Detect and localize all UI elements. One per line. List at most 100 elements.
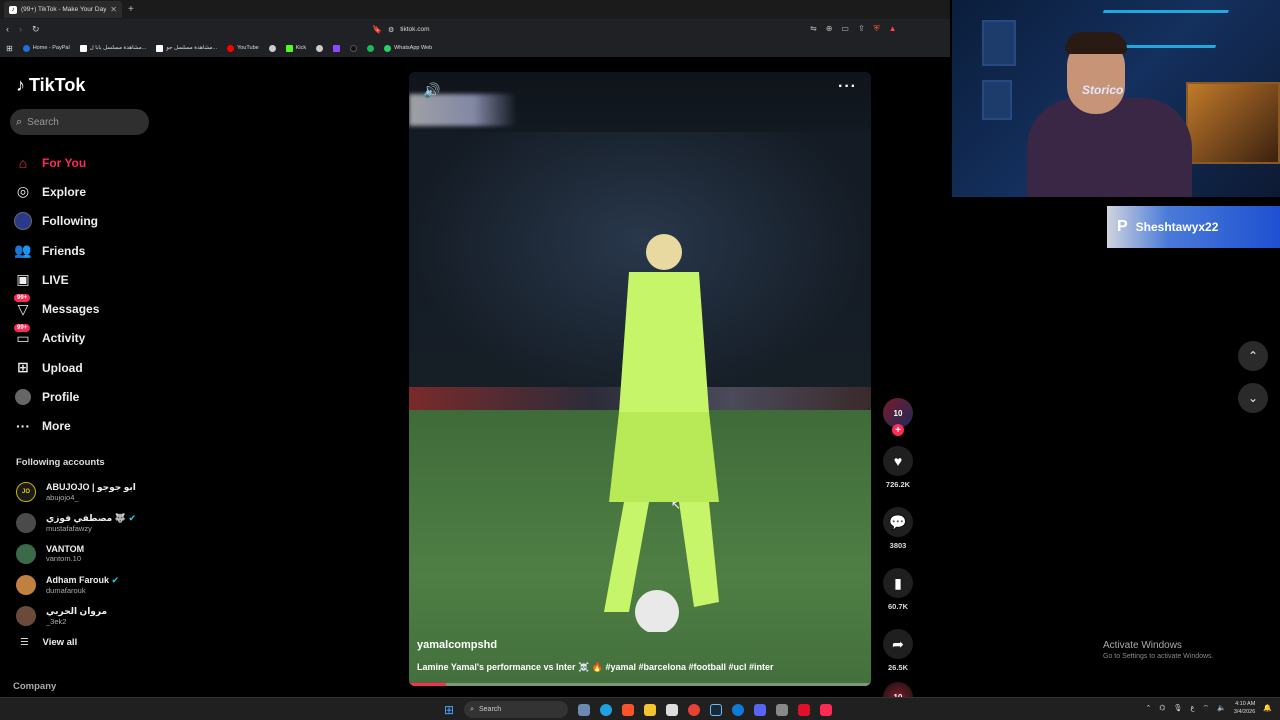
brave-icon[interactable] (622, 703, 635, 716)
clock[interactable]: 4:10 AM 3/4/2026 (1234, 700, 1255, 716)
nav-following[interactable]: Following (14, 207, 154, 236)
mic-icon[interactable]: 🎙 (1173, 704, 1182, 712)
friends-icon: 👥 (14, 242, 32, 259)
tiktok-note-icon: ♪ (16, 75, 25, 95)
search-input[interactable] (27, 116, 128, 128)
tiktok-app-icon[interactable] (820, 703, 833, 716)
bookmark-paypal[interactable]: Home - PayPal (22, 44, 70, 52)
cast-icon[interactable]: ▭ (841, 24, 849, 34)
nav-upload[interactable]: ⊞ Upload (14, 353, 154, 382)
edge-blue-icon[interactable] (732, 703, 745, 716)
network-icon[interactable]: ⌬ (1159, 704, 1165, 712)
company-link[interactable]: Company (13, 681, 56, 692)
nav-more[interactable]: ··· More (14, 412, 154, 441)
share-count: 26.5K (887, 663, 908, 672)
bookmark-c[interactable] (350, 44, 358, 52)
next-video-button[interactable]: ⌄ (1238, 383, 1268, 413)
bookmark-2[interactable]: مشاهدة مسلسل جو... (156, 44, 217, 52)
tiktok-favicon-icon: ♪ (9, 5, 17, 14)
screen: ♪ (99+) TikTok - Make Your Day ✕ + ‹ › ↻… (0, 0, 1280, 720)
taskbar-search-label: Search (478, 706, 502, 713)
back-icon[interactable]: ‹ (6, 24, 9, 34)
apps-icon[interactable]: ⊞ (6, 44, 13, 53)
nav-messages[interactable]: ▽ 99+ Messages (14, 294, 154, 323)
creator-avatar[interactable]: 10 + (883, 398, 913, 436)
chrome-icon[interactable] (688, 703, 701, 716)
bookmark-a[interactable] (316, 44, 324, 52)
bookmark-whatsapp[interactable]: WhatsApp Web (384, 44, 432, 52)
save-button[interactable]: ▮ (883, 568, 913, 598)
bookmark-misc[interactable] (268, 44, 276, 52)
chevron-up-icon: ⌃ (1247, 349, 1259, 363)
bookmark-d[interactable] (367, 44, 375, 52)
widgets-icon[interactable] (578, 703, 591, 716)
nav-friends[interactable]: 👥 Friends (14, 236, 154, 265)
more-options-icon[interactable]: ··· (838, 78, 857, 96)
translate-icon[interactable]: ⇋ (810, 24, 817, 34)
tray-chevron-icon[interactable]: ⌃ (1145, 704, 1151, 712)
follow-plus-icon[interactable]: + (892, 424, 904, 436)
previous-video-button[interactable]: ⌃ (1238, 341, 1268, 371)
discord-icon[interactable] (754, 703, 767, 716)
like-button[interactable]: ♥ (883, 446, 913, 476)
address-bar[interactable]: 🔖 ⚙ tiktok.com (372, 22, 812, 37)
file-explorer-icon[interactable] (644, 703, 657, 716)
account-name: مروان الحربي (46, 605, 108, 616)
nav-live[interactable]: ▣ LIVE (14, 265, 154, 294)
nav-for-you[interactable]: ⌂ For You (14, 148, 154, 177)
nav-label: Friends (42, 243, 86, 258)
search-icon: ⌕ (470, 705, 474, 713)
search-box[interactable]: ⌕ (10, 109, 149, 135)
account-username: dumafarouk (46, 585, 86, 595)
account-item[interactable]: JO ABUJOJO | ابو جوجو abujojo4_ (16, 477, 156, 508)
new-tab-icon[interactable]: + (128, 4, 134, 15)
taskbar-search[interactable]: ⌕ Search (464, 701, 569, 718)
share-icon[interactable]: ⇪ (858, 24, 865, 34)
bookmark-youtube[interactable]: YouTube (227, 44, 259, 52)
nav-activity[interactable]: ▭ 99+ Activity (14, 323, 154, 353)
video-progress-bar[interactable] (409, 683, 871, 686)
bookmark-b[interactable] (333, 44, 341, 52)
brave-shield-icon[interactable]: ⛨ (874, 24, 880, 34)
notifications-icon[interactable]: 🔔 (1263, 704, 1272, 712)
zoom-icon[interactable]: ⊕ (826, 24, 833, 34)
whatsapp-icon (384, 44, 392, 52)
account-item[interactable]: مصطفي فوزي 🐺 ✔ mustafafawzy (16, 508, 156, 539)
site-info-icon[interactable]: ⚙ (388, 26, 394, 34)
player-figure (604, 234, 719, 632)
tiktok-logo[interactable]: ♪ TikTok (16, 75, 85, 96)
forward-icon[interactable]: › (19, 24, 22, 34)
browser-tab[interactable]: ♪ (99+) TikTok - Make Your Day ✕ (4, 1, 122, 18)
comment-button[interactable]: 💬 (883, 507, 913, 537)
steam-icon[interactable] (710, 703, 723, 716)
app-icon[interactable] (776, 703, 789, 716)
bookmark-1[interactable]: مشاهدة مسلسل بابا ل... (79, 44, 146, 52)
volume-tray-icon[interactable]: 🔈 (1217, 704, 1226, 712)
video-author[interactable]: yamalcompshd (417, 639, 497, 651)
account-name: VANTOM (46, 544, 85, 555)
edge-icon[interactable] (600, 703, 613, 716)
volume-icon[interactable]: 🔊 (423, 82, 440, 99)
rewards-icon[interactable]: ▲ (889, 24, 897, 34)
account-item[interactable]: مروان الحربي _3ek2 (16, 600, 156, 631)
nav-profile[interactable]: Profile (14, 382, 154, 411)
bookmark-kick[interactable]: Kick (285, 44, 306, 52)
wifi-icon[interactable]: ⌔ (1203, 704, 1210, 713)
bookmark-page-icon[interactable]: 🔖 (372, 25, 382, 34)
windows-start-icon[interactable]: ⊞ (444, 703, 454, 717)
account-item[interactable]: VANTOM vantom.10 (16, 539, 156, 570)
close-tab-icon[interactable]: ✕ (110, 5, 117, 14)
bookmarks-bar: ⊞ Home - PayPal مشاهدة مسلسل بابا ل... م… (0, 40, 950, 56)
nav-label: Activity (42, 331, 86, 346)
sidebar: ♪ TikTok ⌕ ⌂ For You ◎ Explore Following… (0, 57, 160, 697)
reload-icon[interactable]: ↻ (32, 24, 40, 35)
store-icon[interactable] (666, 703, 679, 716)
adobe-icon[interactable] (798, 703, 811, 716)
account-item[interactable]: Adham Farouk ✔ dumafarouk (16, 569, 156, 600)
keyboard-layout-icon[interactable]: ع (1190, 704, 1194, 712)
nav-explore[interactable]: ◎ Explore (14, 177, 154, 206)
verified-icon: ✔ (128, 513, 137, 524)
view-all-button[interactable]: ☰ View all (20, 637, 77, 648)
share-button[interactable]: ➦ (883, 629, 913, 659)
video-player[interactable]: 🔊 ··· yamalcompshd Lamine Yamal's perfor… (409, 72, 871, 686)
